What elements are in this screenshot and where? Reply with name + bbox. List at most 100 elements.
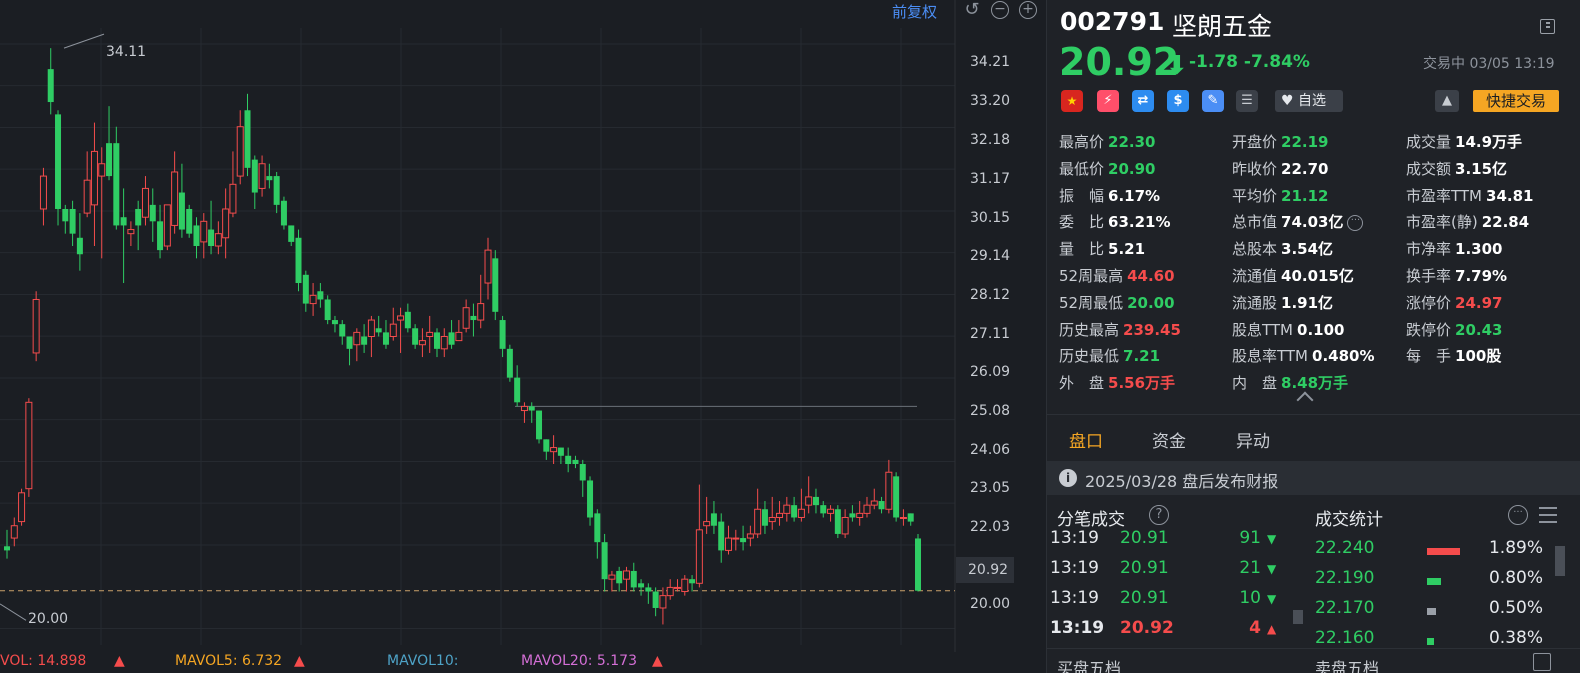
help-icon[interactable]: ?	[1149, 505, 1169, 525]
stat-value: 5.21	[1108, 240, 1146, 259]
reset-icon[interactable]: ↺	[963, 1, 981, 19]
candle-body	[200, 220, 208, 243]
collapse-stats-icon[interactable]	[1296, 391, 1314, 409]
candle-body	[141, 187, 149, 218]
tab-ask-levels[interactable]: 卖盘五档	[1315, 655, 1379, 673]
add-watchlist-button[interactable]: ♥ 自选	[1275, 90, 1343, 112]
stock-connect-icon[interactable]: ⇄	[1132, 90, 1154, 112]
list-icon[interactable]	[1539, 507, 1557, 523]
bottom-tabs: 买盘五档 卖盘五档	[1047, 648, 1580, 673]
distribution-percent: 0.80%	[1488, 568, 1543, 588]
candle-body	[418, 340, 426, 346]
price-distribution-list[interactable]: 22.240 1.89% 22.190 0.80% 22.170 0.50% 22.160 0…	[1315, 538, 1565, 646]
candle-body	[426, 331, 434, 337]
candle-body	[149, 204, 156, 222]
zoom-out-icon[interactable]: −	[991, 1, 1009, 19]
tick-row: 13:19 20.92 4 ▲	[1047, 618, 1305, 646]
distribution-price: 22.160	[1315, 628, 1375, 646]
candle-body	[673, 586, 681, 589]
candle-body	[302, 274, 309, 304]
low-annotation: 20.00	[28, 611, 69, 627]
stat-label: 市净率	[1406, 240, 1452, 259]
stat-label: 成交额	[1406, 159, 1452, 178]
tag-icon[interactable]: ✎	[1202, 90, 1224, 112]
quick-trade-button[interactable]: 快捷交易	[1473, 90, 1559, 112]
candle-body	[339, 324, 346, 337]
candlestick-chart[interactable]	[0, 0, 1046, 673]
stat-item: 52周最低 20.00	[1059, 292, 1175, 313]
zoom-in-icon[interactable]: +	[1019, 1, 1037, 19]
stat-item: 最高价 22.30	[1059, 131, 1155, 152]
margin-trading-icon[interactable]: ⚡	[1097, 90, 1119, 112]
candle-body	[346, 336, 353, 349]
stat-value: 21.12	[1281, 186, 1329, 205]
vol-arrow-icon: ▲	[114, 653, 125, 669]
candle-body	[695, 529, 703, 584]
candle-body	[827, 508, 835, 514]
candle-body	[18, 492, 26, 523]
stat-item: 跌停价 20.43	[1406, 319, 1502, 340]
tick-scrollbar[interactable]	[1293, 610, 1303, 624]
down-arrow-icon: ▼	[1267, 532, 1277, 546]
candle-body	[135, 208, 142, 226]
distribution-percent: 0.38%	[1488, 628, 1543, 646]
candle-body	[251, 159, 258, 193]
tab-bid-levels[interactable]: 买盘五档	[1057, 655, 1121, 673]
candle-body	[703, 521, 711, 527]
distribution-price: 22.240	[1315, 538, 1375, 558]
tab-orderbook[interactable]: 盘口	[1069, 427, 1103, 452]
tab-movement[interactable]: 异动	[1236, 427, 1270, 452]
stat-value: 24.97	[1455, 293, 1503, 312]
tick-time: 13:19	[1050, 588, 1099, 608]
mavol10-value: MAVOL10:	[387, 653, 459, 669]
candle-body	[514, 377, 521, 403]
stat-label: 内 盘	[1232, 374, 1278, 393]
high-annotation-line	[63, 33, 105, 49]
more-icon[interactable]: ···	[1508, 505, 1528, 525]
stat-value: 3.54亿	[1281, 240, 1334, 259]
stat-label: 股息TTM	[1232, 320, 1294, 339]
candle-body	[791, 505, 798, 518]
adjust-mode-button[interactable]: 前复权	[892, 1, 937, 22]
low-annotation-line	[0, 603, 27, 621]
candle-body	[266, 176, 273, 181]
candle-body	[710, 513, 717, 526]
bell-icon[interactable]: ▲	[1435, 90, 1459, 112]
distribution-scrollbar[interactable]	[1555, 546, 1565, 576]
candle-body	[543, 439, 550, 452]
stat-item: 历史最低 7.21	[1059, 345, 1160, 366]
candle-body	[557, 447, 564, 456]
kline-chart-panel[interactable]: 前复权 ↺ − + 34.21 33.20 32.18 31.17 30.15 …	[0, 0, 1046, 673]
candle-body	[39, 175, 47, 210]
stat-item: 股息TTM 0.100	[1232, 319, 1344, 340]
info-icon: i	[1059, 469, 1077, 487]
distribution-bar	[1427, 548, 1460, 555]
distribution-row: 22.240 1.89%	[1315, 538, 1565, 568]
tick-list[interactable]: 13:19 20.91 91 ▼ 13:19 20.91 21 ▼ 13:19 20.91 10 ▼ 1…	[1047, 530, 1305, 646]
stat-value: 20.43	[1455, 320, 1503, 339]
panel-toggle-icon[interactable]	[1540, 19, 1555, 34]
stat-label: 每 手	[1406, 347, 1452, 366]
stat-item: 最低价 20.90	[1059, 158, 1155, 179]
candle-body	[506, 348, 513, 378]
tab-capital[interactable]: 资金	[1152, 427, 1186, 452]
notice-text: 2025/03/28 盘后发布财报	[1085, 472, 1279, 491]
candle-body	[186, 208, 193, 234]
earnings-notice[interactable]: i 2025/03/28 盘后发布财报	[1047, 461, 1580, 495]
more-dots-icon[interactable]: ···	[1347, 214, 1364, 231]
stat-label: 最高价	[1059, 133, 1105, 151]
candle-body	[805, 496, 813, 506]
price-tick: 29.14	[970, 248, 1011, 264]
stat-item: 涨停价 24.97	[1406, 292, 1502, 313]
candle-body	[893, 476, 900, 518]
stat-item: 历史最高 239.45	[1059, 319, 1181, 340]
candle-body	[797, 508, 805, 518]
document-icon[interactable]: ☰	[1236, 90, 1258, 112]
china-flag-icon[interactable]: ★	[1061, 90, 1083, 112]
stat-item: 昨收价 22.70	[1232, 158, 1328, 179]
stat-item: 总市值 74.03亿 ···	[1232, 211, 1364, 232]
expand-icon[interactable]	[1533, 653, 1551, 671]
dollar-icon[interactable]: $	[1167, 90, 1189, 112]
stat-label: 市盈率(静)	[1406, 213, 1478, 232]
price-tick: 26.09	[970, 364, 1011, 380]
